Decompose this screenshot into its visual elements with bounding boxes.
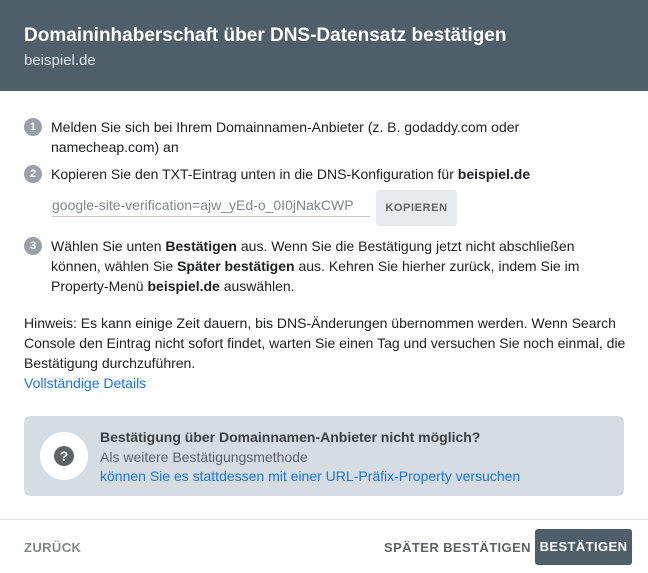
step-3-line-1: Wählen Sie unten Bestätigen aus. Wenn Si… [51,236,579,256]
step-3-line-3: Property-Menü beispiel.de auswählen. [51,276,579,296]
hint-line-3: Bestätigung durchzuführen. [24,355,196,371]
dialog-subtitle: beispiel.de [24,52,96,69]
hint-line-1: Hinweis: Es kann einige Zeit dauern, bis… [24,315,616,331]
step-3-text: Wählen Sie unten Bestätigen aus. Wenn Si… [51,236,579,296]
alternative-method-box: ? Bestätigung über Domainnamen-Anbieter … [24,416,624,496]
step-2-domain: beispiel.de [457,166,531,182]
step-3-line-2-a: können, wählen Sie [51,258,178,274]
step-3-line-3-c: auswählen. [219,278,295,294]
copy-button[interactable]: KOPIEREN [376,190,457,226]
question-icon: ? [54,446,74,466]
step-1-line-2: namecheap.com) an [51,139,179,155]
step-1-line-1: Melden Sie sich bei Ihrem Domainnamen-An… [51,119,520,135]
dialog-header: Domaininhaberschaft über DNS-Datensatz b… [0,0,648,91]
step-3-line-2: können, wählen Sie Später bestätigen aus… [51,256,579,276]
step-3-line-1-a: Wählen Sie unten [51,238,166,254]
step-3-confirm-term: Bestätigen [165,238,237,254]
step-3-later-term: Später bestätigen [177,258,295,274]
back-button[interactable]: ZURÜCK [24,540,81,555]
step-3-domain: beispiel.de [147,278,220,294]
confirm-button[interactable]: BESTÄTIGEN [535,529,632,565]
info-icon-circle: ? [40,432,88,480]
txt-record-value[interactable]: google-site-verification=ajw_yEd-o_0I0jN… [52,197,370,217]
step-number-2: 2 [24,165,42,183]
hint-text: Hinweis: Es kann einige Zeit dauern, bis… [24,313,626,373]
step-number-3: 3 [24,237,42,255]
full-details-link[interactable]: Vollständige Details [24,373,146,393]
step-3-line-3-a: Property-Menü [51,278,148,294]
footer-divider [0,519,648,520]
info-box-subtitle: Als weitere Bestätigungsmethode [100,449,308,465]
step-number-1: 1 [24,118,42,136]
verify-later-button[interactable]: SPÄTER BESTÄTIGEN [384,540,531,555]
step-2-text: Kopieren Sie den TXT-Eintrag unten in di… [51,164,530,184]
dialog-title: Domaininhaberschaft über DNS-Datensatz b… [24,25,507,46]
hint-line-2: Console den Eintrag nicht sofort findet,… [24,335,626,351]
url-prefix-property-link[interactable]: können Sie es stattdessen mit einer URL-… [100,468,520,484]
step-3-line-2-c: aus. Kehren Sie hierher zurück, indem Si… [294,258,580,274]
info-box-title: Bestätigung über Domainnamen-Anbieter ni… [100,429,481,445]
step-1-text: Melden Sie sich bei Ihrem Domainnamen-An… [51,117,519,157]
step-2-text-main: Kopieren Sie den TXT-Eintrag unten in di… [51,166,458,182]
step-3-line-1-c: aus. Wenn Sie die Bestätigung jetzt nich… [236,238,575,254]
